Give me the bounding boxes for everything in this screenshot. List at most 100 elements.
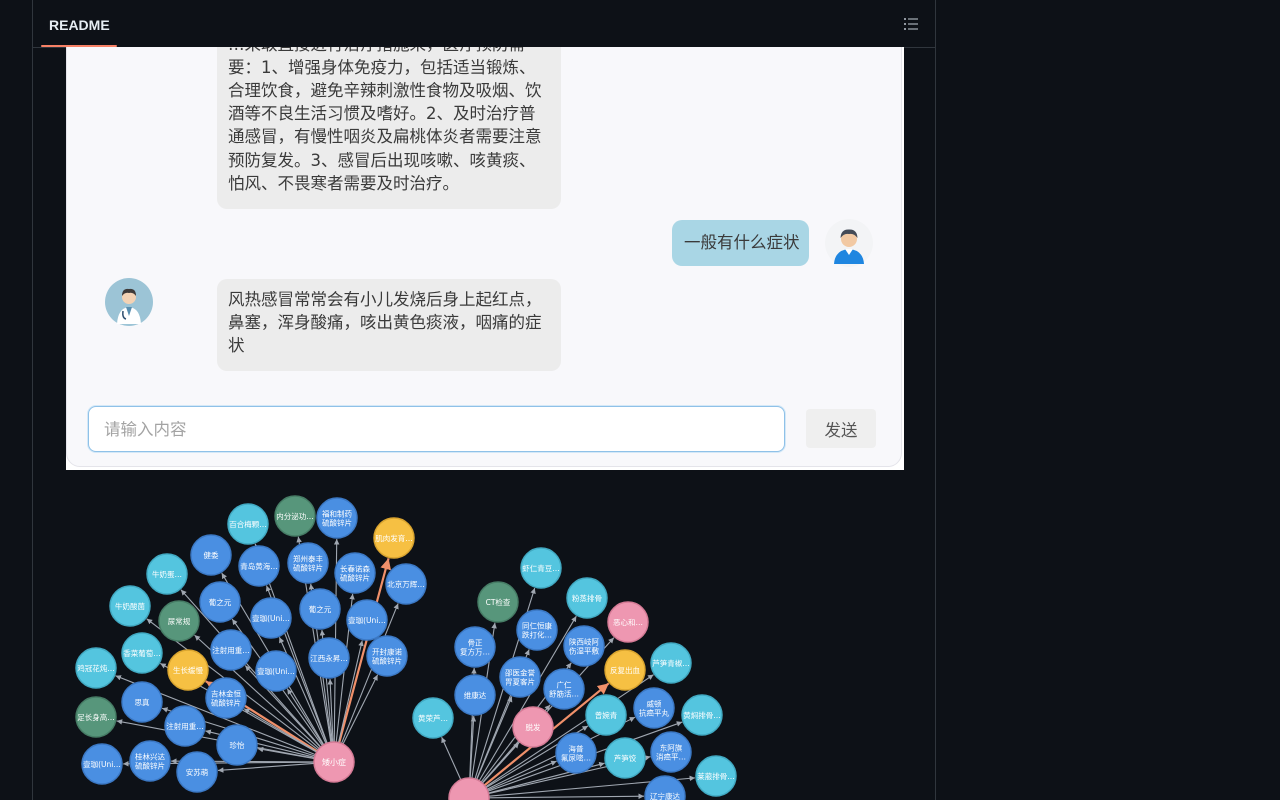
graph-node-label: 辽宁康达 [650, 791, 680, 800]
graph-node[interactable]: 维康达 [454, 674, 496, 716]
graph-node-label: 海普 [569, 744, 584, 754]
graph-node[interactable]: CT检查 [477, 581, 519, 623]
graph-node[interactable]: 肌肉发育… [373, 517, 415, 559]
graph-node[interactable]: 莱菔排骨… [695, 755, 737, 797]
graph-node-label: 注射用重… [166, 721, 204, 731]
graph-node[interactable]: 东阿旗消癌平… [650, 731, 692, 773]
graph-node[interactable]: 脱发 [512, 706, 554, 748]
graph-node-label: 北京万辉… [387, 579, 425, 589]
graph-node-label: 葡之元 [209, 597, 232, 607]
graph-node[interactable]: 骨正复方万… [454, 626, 496, 668]
graph-node[interactable]: 粉蒸排骨 [566, 577, 608, 619]
graph-node-label: CT检查 [486, 597, 511, 607]
graph-node[interactable]: 黄荣芦… [412, 697, 454, 739]
graph-node-label: 硫酸锌片 [340, 573, 370, 583]
graph-node-label: 跌打化… [522, 630, 552, 640]
graph-node[interactable]: 海普氟尿嘧… [555, 732, 597, 774]
chat-input[interactable] [88, 406, 785, 452]
graph-node[interactable]: 广仁舒筋活… [543, 668, 585, 710]
graph-node-label: 珍怡 [230, 740, 245, 750]
graph-node-label: 壹珈(Uni… [257, 666, 295, 676]
readme-tab[interactable]: README [41, 0, 118, 47]
graph-node[interactable]: 百合梅颗… [227, 503, 269, 545]
send-button[interactable]: 发送 [806, 409, 876, 448]
graph-node-label: 江西永昇… [310, 653, 348, 663]
graph-node-label: 生长缓慢 [173, 665, 203, 675]
graph-node[interactable]: 内分泌功… [274, 495, 316, 537]
graph-node[interactable]: 葡之元 [199, 581, 241, 623]
knowledge-graph[interactable]: 百合梅颗…内分泌功… 福和制药硫酸锌片肌肉发育…健委青岛黄海…郑州泰丰硫酸锌片 长春… [33, 480, 935, 800]
graph-node-label: 壹珈(Uni… [252, 613, 290, 623]
graph-edge [441, 736, 462, 780]
graph-node[interactable]: 尿常规 [158, 600, 200, 642]
graph-node[interactable]: 珍怡 [216, 724, 258, 766]
doctor-avatar [105, 278, 153, 326]
graph-node-label: 恶心和… [613, 618, 643, 627]
graph-node[interactable]: 同仁恒康跌打化… [516, 609, 558, 651]
graph-node-label: 威顿 [647, 699, 662, 709]
graph-node[interactable]: 威顿抗癌平丸 [633, 687, 675, 729]
graph-node[interactable]: 虾仁青豆… [520, 547, 562, 589]
graph-node[interactable]: 曾婉青 [585, 694, 627, 736]
graph-node[interactable]: 注射用重… [210, 629, 252, 671]
graph-node[interactable]: 芦笋饺 [604, 737, 646, 779]
graph-node[interactable]: 北京万辉… [385, 563, 427, 605]
graph-node-label: 维康达 [464, 690, 487, 700]
user-message-bubble: 一般有什么症状 [672, 220, 809, 266]
graph-node-label: 注射用重… [212, 645, 250, 655]
graph-node[interactable]: 健委 [190, 534, 232, 576]
graph-node-label: 思真 [135, 697, 150, 707]
graph-node[interactable]: 黄焖排骨… [681, 694, 723, 736]
readme-header: README [33, 0, 935, 48]
graph-node[interactable]: 壹珈(Uni… [346, 599, 388, 641]
graph-node[interactable]: 福和制药硫酸锌片 [316, 497, 358, 539]
graph-node-label: 安苏萌 [186, 767, 209, 777]
graph-node[interactable]: 反复出血 [604, 649, 646, 691]
graph-node[interactable]: 牛奶蛋… [146, 553, 188, 595]
graph-node[interactable]: 开封康诺硫酸锌片 [366, 635, 408, 677]
graph-node[interactable]: 邵医金誉胃夏客片 [499, 656, 541, 698]
graph-node-label: 胃夏客片 [505, 677, 535, 687]
graph-node-label: 伤湿平敷 [569, 646, 599, 656]
graph-node-label: 芦笋青椒… [652, 658, 690, 668]
graph-node[interactable]: 长春诺森硫酸锌片 [334, 552, 376, 594]
graph-node[interactable]: 鸡冠花炖… [75, 647, 117, 689]
graph-node[interactable]: 思真 [121, 681, 163, 723]
graph-node[interactable]: 桂林兴达硫酸锌片 [129, 740, 171, 782]
graph-node[interactable]: 壹珈(Uni… [255, 650, 297, 692]
graph-node-label: 消癌平… [656, 752, 686, 762]
graph-node[interactable]: 足长身高… [75, 696, 117, 738]
graph-node[interactable]: 恶心和… [607, 601, 649, 643]
graph-node[interactable]: 江西永昇… [308, 637, 350, 679]
graph-node[interactable]: 吉林金恒硫酸锌片 [205, 677, 247, 719]
graph-node-label: 香菜葡萄… [123, 648, 161, 658]
graph-edge [488, 793, 645, 800]
graph-node-label: 同仁恒康 [522, 621, 552, 631]
graph-node[interactable]: 注射用重… [164, 705, 206, 747]
graph-node[interactable]: 牛奶酸菌 [109, 585, 151, 627]
graph-node-label: 东阿旗 [660, 743, 683, 753]
graph-node-label: 内分泌功… [276, 511, 314, 521]
graph-node[interactable]: 郑州泰丰硫酸锌片 [287, 542, 329, 584]
chat-screenshot: …采取直接进行治疗措施来，医疗预防需要：1、增强身体免疫力，包括适当锻炼、合理饮… [66, 47, 904, 470]
list-unordered-icon[interactable] [901, 14, 921, 34]
graph-node-label: 壹珈(Uni… [83, 759, 121, 769]
graph-node-label: 虾仁青豆… [522, 563, 560, 573]
bot-message-bubble: …采取直接进行治疗措施来，医疗预防需要：1、增强身体免疫力，包括适当锻炼、合理饮… [217, 47, 561, 209]
graph-node-label: 抗癌平丸 [639, 708, 669, 718]
graph-node-label: 舒筋活… [549, 689, 579, 699]
graph-node[interactable]: 青岛黄海… [238, 545, 280, 587]
graph-node-label: 黄荣芦… [418, 713, 448, 723]
graph-node[interactable]: 陕西岐阿伤湿平敷 [563, 625, 605, 667]
graph-node[interactable]: 安苏萌 [176, 751, 218, 793]
graph-node[interactable]: 壹珈(Uni… [250, 597, 292, 639]
graph-node[interactable]: 芦笋青椒… [650, 642, 692, 684]
graph-node[interactable]: 壹珈(Uni… [81, 743, 123, 785]
graph-node-label: 郑州泰丰 [293, 554, 323, 564]
graph-node-label: 骨正 [468, 639, 483, 648]
graph-node[interactable]: 生长缓慢 [167, 649, 209, 691]
doctor-avatar-icon [105, 278, 153, 326]
graph-center-node[interactable]: 矮小症 [313, 741, 355, 783]
graph-node[interactable]: 葡之元 [299, 588, 341, 630]
graph-node[interactable]: 香菜葡萄… [121, 632, 163, 674]
